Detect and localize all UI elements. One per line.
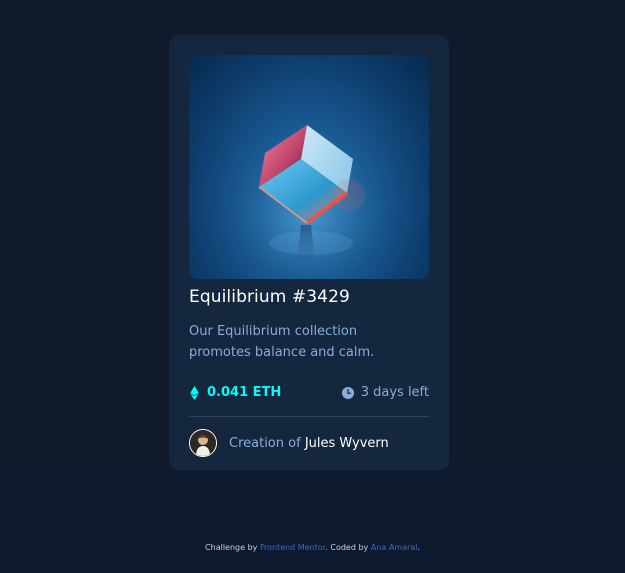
creator-text: Creation of Jules Wyvern xyxy=(229,436,389,451)
card-title[interactable]: Equilibrium #3429 xyxy=(189,287,350,307)
creator-prefix: Creation of xyxy=(229,435,301,451)
attribution-middle: . Coded by xyxy=(325,543,369,552)
creator-row: Creation of Jules Wyvern xyxy=(189,429,389,457)
creator-name-link[interactable]: Jules Wyvern xyxy=(305,436,389,451)
clock-icon xyxy=(341,386,354,399)
price-value: 0.041 ETH xyxy=(207,385,282,400)
creator-avatar xyxy=(189,429,217,457)
card-description: Our Equilibrium collection promotes bala… xyxy=(189,324,375,360)
attribution: Challenge by Frontend Mentor. Coded by A… xyxy=(0,543,625,552)
card-stats: 0.041 ETH 3 days left xyxy=(189,385,429,405)
ethereum-icon xyxy=(189,385,200,400)
frontend-mentor-link[interactable]: Frontend Mentor xyxy=(260,543,325,552)
time-stat: 3 days left xyxy=(341,385,429,400)
time-left-value: 3 days left xyxy=(360,385,429,400)
equilibrium-image[interactable] xyxy=(189,55,429,279)
attribution-suffix: . xyxy=(417,543,420,552)
attribution-prefix: Challenge by xyxy=(205,543,258,552)
nft-preview-card: Equilibrium #3429 Our Equilibrium collec… xyxy=(169,35,449,470)
price-stat: 0.041 ETH xyxy=(189,385,281,400)
author-link[interactable]: Ana Amaral xyxy=(371,543,418,552)
divider xyxy=(189,416,429,417)
